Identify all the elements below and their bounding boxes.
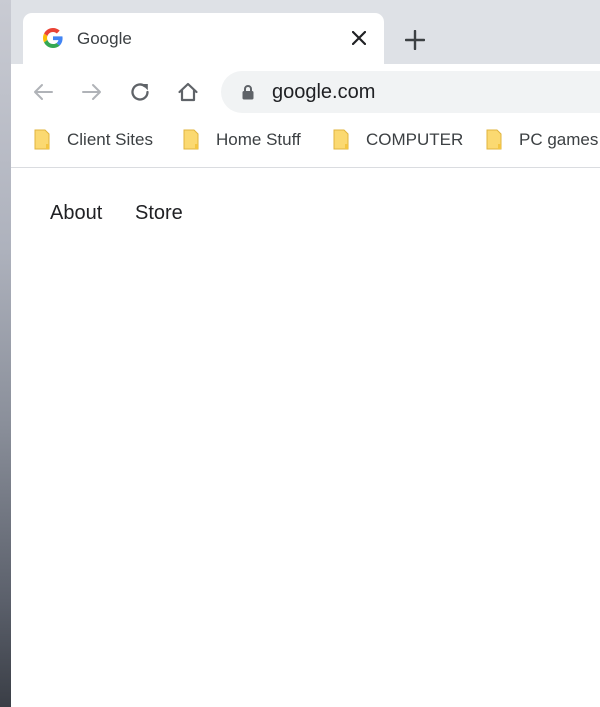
home-icon	[178, 82, 198, 102]
folder-icon	[486, 129, 502, 150]
bookmark-label: COMPUTER	[366, 130, 464, 149]
reload-icon	[131, 83, 149, 101]
tab-strip: Google	[11, 0, 600, 64]
desktop-background	[0, 0, 11, 707]
bookmarks-bar: Client Sites Home Stuff COMPUTER PC game…	[11, 120, 600, 168]
tab-title: Google	[77, 29, 132, 48]
arrow-left-icon	[34, 84, 53, 100]
address-bar[interactable]: google.com	[221, 71, 600, 113]
folder-icon	[34, 129, 50, 150]
tab-google[interactable]: Google	[23, 13, 384, 64]
close-icon	[352, 31, 366, 45]
plus-icon	[405, 30, 425, 50]
bookmark-pc-games[interactable]: PC games	[485, 120, 598, 160]
bookmark-label: Client Sites	[67, 130, 153, 149]
bookmark-computer[interactable]: COMPUTER	[332, 120, 463, 160]
home-button[interactable]	[173, 77, 203, 107]
folder-icon	[333, 129, 349, 150]
page-content: About Store	[11, 168, 600, 707]
bookmark-label: Home Stuff	[216, 130, 301, 149]
browser-window: Google google.com Client Sites Home Stuf…	[11, 0, 600, 707]
google-g-icon	[43, 28, 63, 48]
reload-button[interactable]	[125, 77, 155, 107]
url-text[interactable]: google.com	[272, 81, 375, 104]
folder-icon	[183, 129, 199, 150]
new-tab-button[interactable]	[401, 26, 429, 54]
forward-button[interactable]	[77, 77, 107, 107]
bookmark-client-sites[interactable]: Client Sites	[33, 120, 153, 160]
toolbar: google.com	[11, 64, 600, 120]
bookmark-label: PC games	[519, 130, 599, 149]
back-button[interactable]	[28, 77, 58, 107]
arrow-right-icon	[82, 84, 101, 100]
store-link[interactable]: Store	[135, 202, 183, 225]
bookmark-home-stuff[interactable]: Home Stuff	[182, 120, 301, 160]
close-tab-button[interactable]	[347, 26, 371, 50]
about-link[interactable]: About	[50, 202, 102, 225]
lock-icon	[242, 85, 254, 100]
